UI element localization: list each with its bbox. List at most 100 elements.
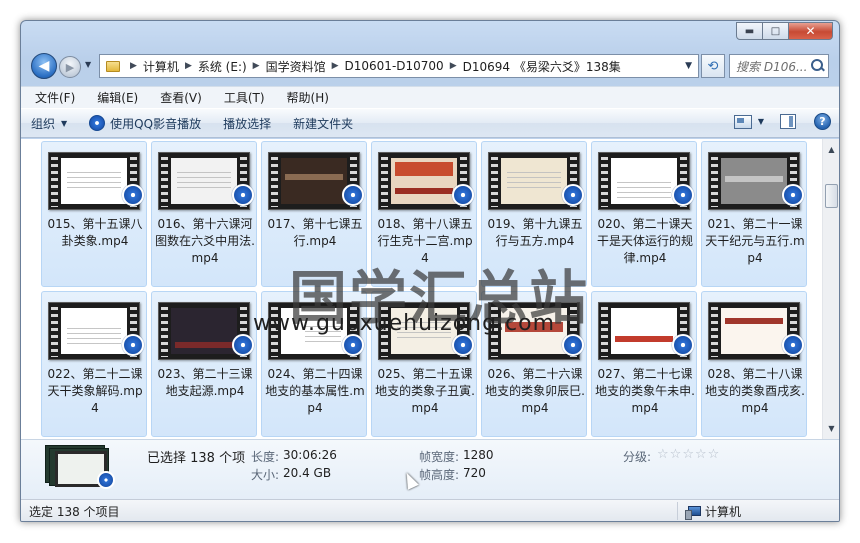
menu-bar: 文件(F) 编辑(E) 查看(V) 工具(T) 帮助(H) [21,86,839,108]
qq-player-badge-icon [562,334,584,356]
play-with-qq-button[interactable]: 使用QQ影音播放 [89,115,201,132]
star-icon[interactable]: ☆ [695,447,707,462]
menu-edit[interactable]: 编辑(E) [93,87,142,108]
menu-file[interactable]: 文件(F) [31,87,79,108]
file-list-area: 015、第十五课八卦类象.mp4 016、第十六课河图数在六爻中用法.mp4 0… [21,139,839,439]
file-tile[interactable]: 027、第二十七课地支的类象午未申.mp4 [591,291,697,437]
qq-player-icon [89,115,106,131]
file-tile[interactable]: 028、第二十八课地支的类象酉戌亥.mp4 [701,291,807,437]
qq-player-badge-icon [232,334,254,356]
address-bar[interactable]: ▶ 计算机 ▶ 系统 (E:) ▶ 国学资料馆 ▶ D10601-D10700 … [99,54,699,78]
menu-tools[interactable]: 工具(T) [220,87,269,108]
scroll-down-icon[interactable]: ▼ [825,421,838,436]
file-tile[interactable]: 015、第十五课八卦类象.mp4 [41,141,147,287]
chevron-right-icon[interactable]: ▶ [332,61,339,71]
qq-player-badge-icon [232,184,254,206]
breadcrumb-drive[interactable]: 系统 (E:) [198,58,247,75]
status-selection-text: 选定 138 个项目 [29,505,120,519]
recent-pages-dropdown[interactable]: ▼ [85,60,91,69]
chevron-right-icon[interactable]: ▶ [253,61,260,71]
file-tile[interactable]: 016、第十六课河图数在六爻中用法.mp4 [151,141,257,287]
refresh-button[interactable]: ⟲ [701,54,725,78]
file-name: 024、第二十四课地支的基本属性.mp4 [265,367,365,415]
qq-player-badge-icon [782,334,804,356]
qq-player-badge-icon [562,184,584,206]
close-button[interactable]: ✕ [789,22,833,40]
address-dropdown-icon[interactable]: ▼ [685,61,692,71]
file-name: 028、第二十八课地支的类象酉戌亥.mp4 [705,367,805,415]
frame-width-label: 帧宽度: [419,450,460,464]
scrollbar-thumb[interactable] [825,184,838,208]
computer-icon [685,505,701,520]
play-selection-label: 播放选择 [223,116,272,131]
play-selection-button[interactable]: 播放选择 [223,115,271,132]
rating-stars[interactable]: ☆ ☆ ☆ ☆ ☆ [657,447,720,462]
status-bar: 选定 138 个项目 计算机 [21,499,839,521]
vertical-scrollbar[interactable]: ▲ ▼ [822,139,839,439]
status-location-label: 计算机 [705,505,742,519]
file-name: 017、第十七课五行.mp4 [267,217,363,248]
back-button[interactable]: ◀ [31,53,57,79]
status-divider [677,502,678,520]
forward-button[interactable]: ▶ [59,56,81,78]
star-icon[interactable]: ☆ [670,447,682,462]
watermark-url: www.guoxuehuizong.com [253,311,556,336]
folder-icon [106,60,120,72]
qq-player-badge-icon [452,184,474,206]
minimize-button[interactable]: ▬ [736,22,763,40]
star-icon[interactable]: ☆ [657,447,669,462]
maximize-button[interactable]: □ [763,22,789,40]
view-options-dropdown[interactable]: ▼ [758,117,764,126]
star-icon[interactable]: ☆ [708,447,720,462]
chevron-right-icon[interactable]: ▶ [185,61,192,71]
file-tile[interactable]: 021、第二十一课天干纪元与五行.mp4 [701,141,807,287]
help-icon[interactable]: ? [814,113,831,130]
size-label: 大小: [251,468,280,482]
file-name: 021、第二十一课天干纪元与五行.mp4 [705,217,805,265]
search-input[interactable]: 搜索 D106... [729,54,829,78]
file-name: 015、第十五课八卦类象.mp4 [47,217,143,248]
organize-button[interactable]: 组织 ▼ [31,115,67,132]
qq-player-badge-icon [672,334,694,356]
caption-buttons: ▬ □ ✕ [736,22,833,40]
change-view-icon[interactable] [733,114,752,129]
frame-height-label: 帧高度: [419,468,460,482]
search-icon[interactable] [809,58,825,74]
preview-pane-icon[interactable] [780,114,796,129]
qq-player-badge-icon [672,184,694,206]
status-location: 计算机 [685,503,741,520]
breadcrumb-range[interactable]: D10601-D10700 [345,59,444,73]
file-name: 027、第二十七课地支的类象午未申.mp4 [595,367,695,415]
scroll-up-icon[interactable]: ▲ [825,142,838,157]
organize-label: 组织 [31,116,56,131]
menu-view[interactable]: 查看(V) [156,87,206,108]
size-value: 20.4 GB [283,466,332,480]
file-tile[interactable]: 023、第二十三课地支起源.mp4 [151,291,257,437]
file-tile[interactable]: 022、第二十二课天干类象解码.mp4 [41,291,147,437]
selected-count: 已选择 138 个项 [147,451,246,466]
chevron-down-icon: ▼ [61,118,68,128]
file-name: 022、第二十二课天干类象解码.mp4 [47,367,143,415]
qq-player-badge-icon [782,184,804,206]
search-placeholder: 搜索 D106... [736,59,808,74]
rating-label: 分级: [623,450,652,464]
length-label: 长度: [251,450,280,464]
chevron-right-icon[interactable]: ▶ [450,61,457,71]
qq-player-badge-icon [97,471,115,489]
selection-stack-thumbnail [45,445,117,491]
file-name: 026、第二十六课地支的类象卯辰巳.mp4 [485,367,585,415]
qq-player-badge-icon [452,334,474,356]
file-name: 019、第十九课五行与五方.mp4 [487,217,583,248]
qq-player-badge-icon [342,184,364,206]
chevron-right-icon[interactable]: ▶ [130,61,137,71]
file-name: 023、第二十三课地支起源.mp4 [157,367,253,398]
file-tile[interactable]: 020、第二十课天干是天体运行的规律.mp4 [591,141,697,287]
breadcrumb-library[interactable]: 国学资料馆 [266,58,326,75]
new-folder-button[interactable]: 新建文件夹 [293,115,353,132]
play-with-qq-label: 使用QQ影音播放 [110,116,202,131]
menu-help[interactable]: 帮助(H) [283,87,333,108]
details-pane: 已选择 138 个项 长度: 30:06:26 大小: 20.4 GB 帧宽度:… [21,439,839,499]
breadcrumb-current[interactable]: D10694 《易梁六爻》138集 [463,58,621,75]
breadcrumb-computer[interactable]: 计算机 [143,58,179,75]
star-icon[interactable]: ☆ [682,447,694,462]
